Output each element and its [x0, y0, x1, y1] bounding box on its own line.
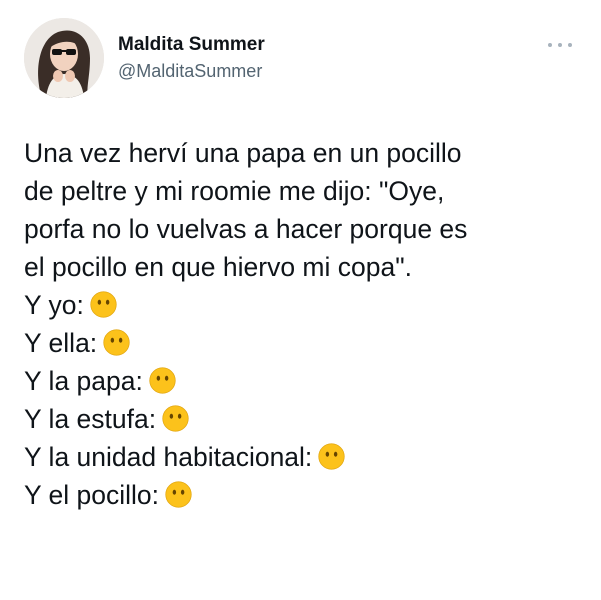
tweet-line: porfa no lo vuelvas a hacer porque es: [24, 210, 584, 248]
face-without-mouth-icon: [318, 443, 345, 470]
tweet-text: Una vez herví una papa en un pocillo de p…: [24, 134, 584, 514]
tweet-line: Y ella:: [24, 324, 584, 362]
more-dot: [558, 43, 562, 47]
tweet-line: el pocillo en que hiervo mi copa".: [24, 248, 584, 286]
tweet-line-text: Y la papa:: [24, 366, 143, 396]
tweet-line: Y la estufa:: [24, 400, 584, 438]
display-name[interactable]: Maldita Summer: [118, 34, 265, 56]
tweet-line-text: Y ella:: [24, 328, 98, 358]
tweet-line-text: Y la estufa:: [24, 404, 157, 434]
tweet-line: Y la papa:: [24, 362, 584, 400]
tweet-line: Y la unidad habitacional:: [24, 438, 584, 476]
tweet-line-text: Y la unidad habitacional:: [24, 442, 313, 472]
tweet-line-text: Y el pocillo:: [24, 480, 160, 510]
user-handle[interactable]: @MalditaSummer: [118, 61, 262, 82]
more-dot: [548, 43, 552, 47]
face-without-mouth-icon: [165, 481, 192, 508]
more-options-icon[interactable]: [546, 38, 574, 52]
tweet-line-text: de peltre y mi roomie me dijo: "Oye,: [24, 176, 445, 206]
tweet-line-text: el pocillo en que hiervo mi copa".: [24, 252, 412, 282]
tweet-line: de peltre y mi roomie me dijo: "Oye,: [24, 172, 584, 210]
profile-photo-icon: [24, 18, 104, 98]
face-without-mouth-icon: [162, 405, 189, 432]
tweet-line-text: Una vez herví una papa en un pocillo: [24, 138, 462, 168]
face-without-mouth-icon: [103, 329, 130, 356]
tweet-card: Maldita Summer @MalditaSummer Una vez he…: [0, 0, 601, 600]
tweet-line-text: Y yo:: [24, 290, 84, 320]
tweet-line-text: porfa no lo vuelvas a hacer porque es: [24, 214, 468, 244]
tweet-line: Y yo:: [24, 286, 584, 324]
face-without-mouth-icon: [90, 291, 117, 318]
tweet-line: Y el pocillo:: [24, 476, 584, 514]
tweet-line: Una vez herví una papa en un pocillo: [24, 134, 584, 172]
face-without-mouth-icon: [149, 367, 176, 394]
avatar[interactable]: [24, 18, 104, 98]
more-dot: [568, 43, 572, 47]
